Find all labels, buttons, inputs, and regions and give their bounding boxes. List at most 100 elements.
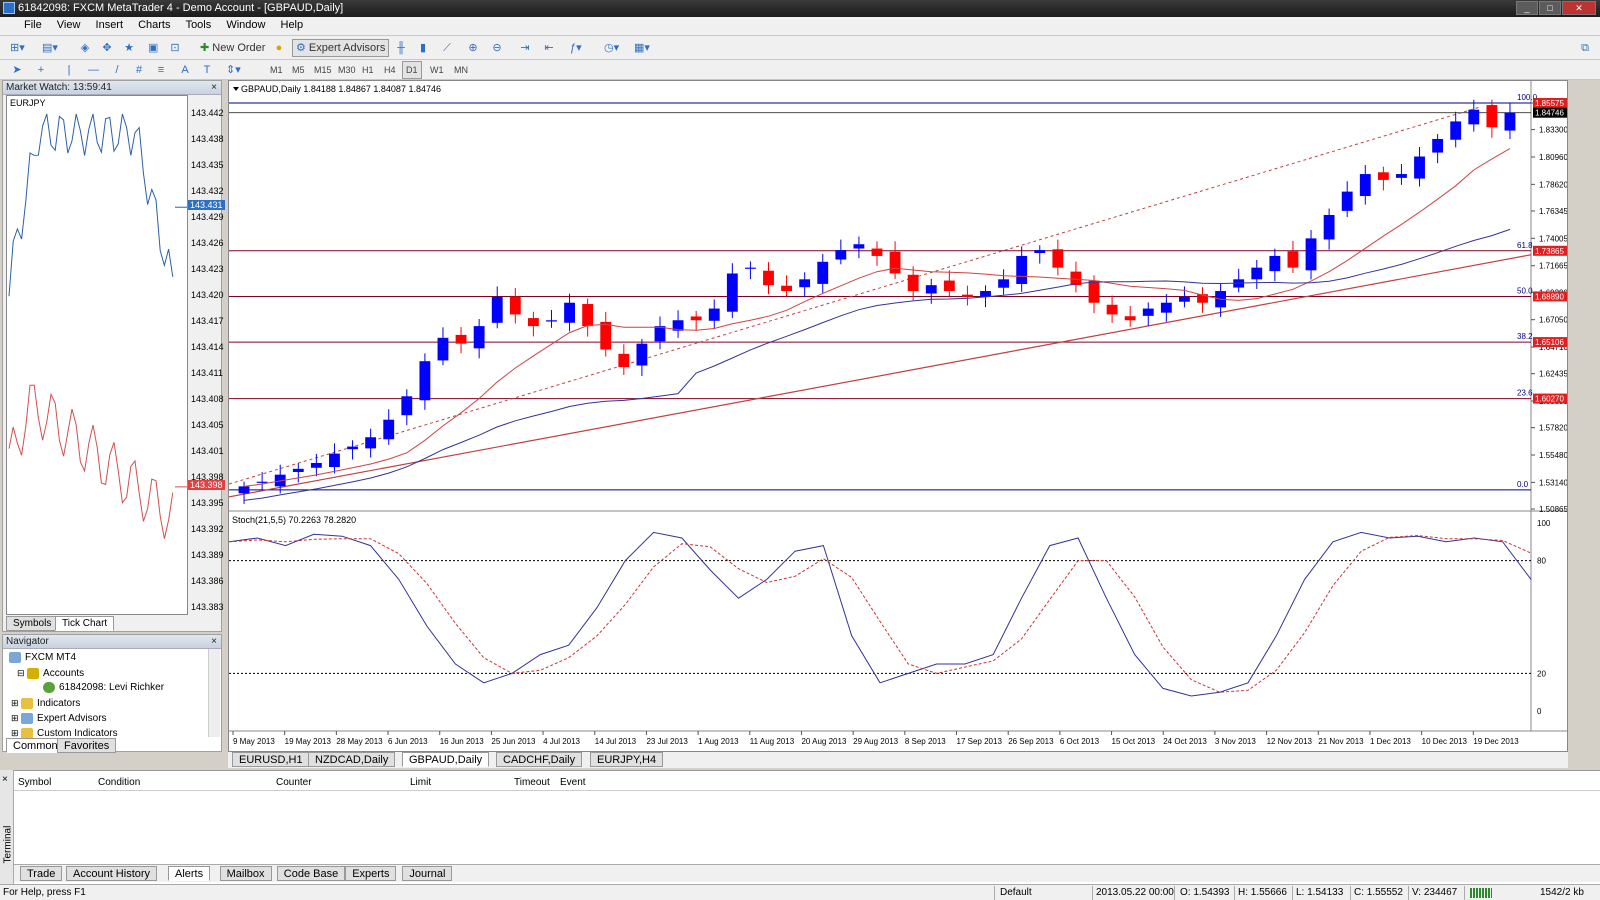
menu-tools[interactable]: Tools: [180, 17, 218, 33]
column-limit[interactable]: Limit: [410, 777, 431, 788]
chart-tab[interactable]: EURUSD,H1: [232, 752, 310, 767]
nav-item-account[interactable]: 61842098: Levi Richker: [43, 681, 164, 695]
fib-level-label: 61.8: [1517, 241, 1533, 250]
column-counter[interactable]: Counter: [276, 777, 312, 788]
fib-price-label: 1.60270: [1535, 395, 1564, 404]
timeframe-m15[interactable]: M15: [310, 61, 336, 79]
timeframe-d1[interactable]: D1: [402, 61, 422, 79]
chart-tab[interactable]: EURJPY,H4: [590, 752, 664, 767]
timeframe-h4[interactable]: H4: [380, 61, 400, 79]
chart-shift-icon[interactable]: ⇤: [540, 39, 558, 57]
close-terminal-icon[interactable]: ×: [2, 774, 8, 785]
chart-window[interactable]: GBPAUD,Daily 1.84188 1.84867 1.84087 1.8…: [228, 80, 1568, 752]
trendline-icon[interactable]: /: [108, 61, 126, 79]
new-order-button[interactable]: ✚ New Order: [196, 39, 269, 57]
arrows-icon[interactable]: ⇕▾: [222, 61, 245, 79]
terminal-tab[interactable]: Journal: [402, 866, 453, 881]
auto-scroll-icon[interactable]: ⇥: [516, 39, 534, 57]
text-icon[interactable]: A: [176, 61, 194, 79]
window-restore-icon[interactable]: ⧉: [1576, 39, 1594, 57]
tick-price-axis: 143.442 143.438 143.435 143.432 143.429 143.4…: [188, 95, 225, 615]
profiles-icon[interactable]: ▤▾: [38, 39, 62, 57]
crosshair-icon[interactable]: +: [32, 61, 50, 79]
bar-chart-icon[interactable]: ╫: [392, 39, 410, 57]
terminal-tab[interactable]: Experts: [345, 866, 397, 881]
candle-body: [1124, 316, 1136, 321]
menu-view[interactable]: View: [51, 17, 87, 33]
timeframe-m5[interactable]: M5: [288, 61, 309, 79]
timeframe-m30[interactable]: M30: [334, 61, 360, 79]
timeframe-m1[interactable]: M1: [266, 61, 287, 79]
menu-help[interactable]: Help: [275, 17, 310, 33]
chart-tab[interactable]: NZDCAD,Daily: [308, 752, 396, 767]
market-watch-icon[interactable]: ◈: [76, 39, 94, 57]
tick-price-label: 143.423: [191, 264, 224, 274]
stoch-tick-label: 100: [1537, 519, 1551, 528]
channel-icon[interactable]: #: [130, 61, 148, 79]
menu-insert[interactable]: Insert: [90, 17, 130, 33]
maximize-icon[interactable]: □: [1539, 1, 1561, 15]
indicators-icon[interactable]: ƒ▾: [566, 39, 586, 57]
date-tick-label: 6 Oct 2013: [1060, 737, 1100, 746]
chart-tab[interactable]: GBPAUD,Daily: [402, 752, 490, 767]
nav-item-accounts[interactable]: ⊟ Accounts: [17, 666, 84, 681]
strategy-tester-icon[interactable]: ⊡: [166, 39, 184, 57]
periods-icon[interactable]: ◷▾: [600, 39, 623, 57]
navigator-scrollbar[interactable]: [208, 649, 220, 737]
terminal-tab[interactable]: Code Base: [276, 866, 346, 881]
timeframe-h1[interactable]: H1: [358, 61, 378, 79]
column-condition[interactable]: Condition: [98, 777, 140, 788]
horizontal-line-icon[interactable]: —: [84, 61, 103, 79]
chart-tab[interactable]: CADCHF,Daily: [496, 752, 583, 767]
column-event[interactable]: Event: [560, 777, 586, 788]
menu-window[interactable]: Window: [220, 17, 271, 33]
line-chart-icon[interactable]: ⟋: [438, 39, 456, 57]
terminal-tab[interactable]: Account History: [66, 866, 158, 881]
terminal-icon[interactable]: ▣: [144, 39, 162, 57]
navigator-icon[interactable]: ★: [120, 39, 138, 57]
terminal-tab[interactable]: Alerts: [168, 866, 211, 881]
column-symbol[interactable]: Symbol: [18, 777, 51, 788]
fibonacci-icon[interactable]: ≡: [152, 61, 170, 79]
candle-body: [1016, 255, 1028, 285]
current-price-label: 1.84746: [1535, 109, 1564, 118]
zoom-in-icon[interactable]: ⊕: [464, 39, 482, 57]
menu-charts[interactable]: Charts: [132, 17, 176, 33]
candle-body: [455, 334, 467, 344]
vertical-line-icon[interactable]: |: [60, 61, 78, 79]
nav-item-expert-advisors[interactable]: ⊞ Expert Advisors: [11, 711, 107, 726]
close-navigator-icon[interactable]: ×: [211, 635, 217, 648]
nav-item-fxcm[interactable]: FXCM MT4: [9, 651, 76, 665]
fib-price-label: 1.85575: [1535, 99, 1564, 108]
close-panel-icon[interactable]: ×: [211, 81, 217, 94]
tab-common[interactable]: Common: [6, 738, 65, 753]
candle-body: [383, 419, 395, 440]
menu-file[interactable]: File: [18, 17, 48, 33]
text-label-icon[interactable]: T: [198, 61, 216, 79]
minimize-icon[interactable]: _: [1516, 1, 1538, 15]
date-tick-label: 3 Nov 2013: [1215, 737, 1256, 746]
timeframe-mn[interactable]: MN: [450, 61, 472, 79]
templates-icon[interactable]: ▦▾: [630, 39, 654, 57]
metaeditor-icon[interactable]: ●: [270, 39, 288, 57]
expert-advisors-button[interactable]: ⚙ Expert Advisors: [292, 39, 390, 57]
terminal-tab[interactable]: Mailbox: [219, 866, 272, 881]
terminal-tab[interactable]: Trade: [20, 866, 63, 881]
timeframe-w1[interactable]: W1: [426, 61, 448, 79]
candle-body: [871, 248, 883, 256]
tab-symbols[interactable]: Symbols: [6, 616, 59, 631]
new-chart-icon[interactable]: ⊞▾: [6, 39, 29, 57]
tab-favorites[interactable]: Favorites: [57, 738, 117, 753]
candlestick-icon[interactable]: ▮: [414, 39, 432, 57]
candle-body: [527, 318, 539, 327]
chart-header: GBPAUD,Daily 1.84188 1.84867 1.84087 1.8…: [241, 84, 441, 94]
close-icon[interactable]: ✕: [1562, 1, 1596, 15]
data-window-icon[interactable]: ✥: [98, 39, 116, 57]
tab-tick-chart[interactable]: Tick Chart: [55, 616, 115, 631]
column-timeout[interactable]: Timeout: [514, 777, 550, 788]
nav-item-indicators[interactable]: ⊞ Indicators: [11, 696, 80, 711]
cursor-icon[interactable]: ➤: [8, 61, 26, 79]
price-chart[interactable]: GBPAUD,Daily 1.84188 1.84867 1.84087 1.8…: [228, 81, 1568, 751]
status-profile: Default: [1000, 887, 1032, 898]
zoom-out-icon[interactable]: ⊖: [488, 39, 506, 57]
